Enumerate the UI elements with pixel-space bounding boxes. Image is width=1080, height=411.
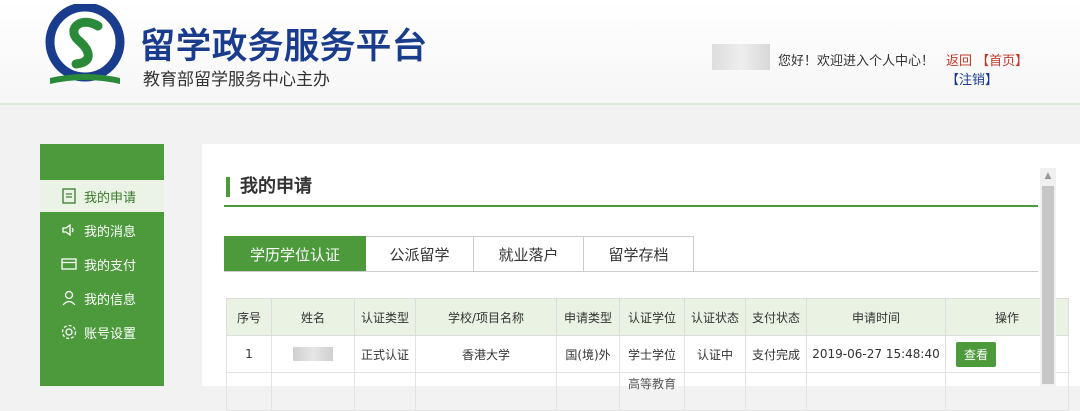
- certified-degree: 学士学位: [619, 335, 685, 373]
- tab-employment-settlement[interactable]: 就业落户: [474, 236, 584, 272]
- brand-subtitle: 教育部留学服务中心主办: [143, 70, 330, 90]
- column-header: 学校/项目名称: [415, 298, 557, 336]
- person-icon: [62, 290, 76, 306]
- sidebar-item-label: 我的消息: [84, 224, 137, 240]
- user-name-blurred: [712, 44, 770, 70]
- back-link[interactable]: 返回: [946, 54, 972, 69]
- tab-degree-certification[interactable]: 学历学位认证: [224, 236, 366, 272]
- sidebar-item-account-settings[interactable]: 账号设置: [40, 316, 164, 348]
- top-links: 返回 【首页】 【注销】: [946, 50, 1080, 88]
- apply-type: 国(境)外: [556, 335, 620, 373]
- column-header: 认证学位: [619, 298, 685, 336]
- logo-icon: [45, 4, 125, 84]
- gear-icon: [61, 324, 77, 340]
- header: 留学政务服务平台 教育部留学服务中心主办 您好！欢迎进入个人中心！ 返回 【首页…: [0, 0, 1080, 105]
- apply-time: [806, 372, 946, 411]
- home-link[interactable]: 【首页】: [976, 54, 1028, 69]
- tab-government-study-abroad[interactable]: 公派留学: [366, 236, 474, 272]
- applications-table: 序号 姓名 认证类型 学校/项目名称 申请类型 认证学位 认证状态 支付状态 申…: [226, 298, 1069, 411]
- school-name: 香港大学: [415, 335, 557, 373]
- tab-divider: [224, 271, 1038, 272]
- sidebar: 我的申请 我的消息 我的支付 我的信息 账号设置: [40, 144, 164, 386]
- column-header: 支付状态: [745, 298, 807, 336]
- column-header: 申请类型: [556, 298, 620, 336]
- view-button[interactable]: 查看: [956, 341, 997, 367]
- scroll-up-arrow-icon[interactable]: ▲: [1040, 168, 1056, 184]
- payment-status: 支付完成: [745, 335, 807, 373]
- card-icon: [61, 258, 77, 270]
- name-redaction: [293, 347, 333, 362]
- table-row: 高等教育: [226, 372, 1069, 411]
- applicant-name-blurred: [271, 335, 355, 373]
- column-header: 姓名: [271, 298, 355, 336]
- tab-bar: 学历学位认证 公派留学 就业落户 留学存档: [224, 236, 694, 272]
- sidebar-item-label: 我的申请: [84, 190, 137, 206]
- column-header: 申请时间: [806, 298, 946, 336]
- logout-link[interactable]: 【注销】: [946, 73, 998, 88]
- certification-status: [684, 372, 746, 411]
- apply-time: 2019-06-27 15:48:40: [806, 335, 946, 373]
- sidebar-item-label: 我的信息: [84, 292, 137, 308]
- title-divider: [224, 205, 1038, 207]
- scrollbar-thumb[interactable]: [1042, 186, 1054, 384]
- column-header: 认证类型: [354, 298, 416, 336]
- table-row: 1 正式认证 香港大学 国(境)外 学士学位 认证中 支付完成 2019-06-…: [226, 335, 1069, 373]
- apply-type: [556, 372, 620, 411]
- speaker-icon: [62, 223, 74, 237]
- certification-type: 正式认证: [354, 335, 416, 373]
- vertical-scrollbar[interactable]: ▲: [1040, 168, 1056, 386]
- greeting-text: 您好！欢迎进入个人中心！: [778, 54, 935, 69]
- row-index: 1: [226, 335, 272, 373]
- sidebar-item-label: 我的支付: [84, 258, 137, 274]
- brand-title: 留学政务服务平台: [140, 26, 429, 67]
- sidebar-item-my-applications[interactable]: 我的申请: [40, 180, 164, 212]
- sidebar-item-my-messages[interactable]: 我的消息: [40, 214, 164, 246]
- sidebar-item-label: 账号设置: [84, 326, 137, 342]
- column-header: 序号: [226, 298, 272, 336]
- payment-status: [745, 372, 807, 411]
- sidebar-item-my-info[interactable]: 我的信息: [40, 282, 164, 314]
- sidebar-item-my-payments[interactable]: 我的支付: [40, 248, 164, 280]
- school-name: [415, 372, 557, 411]
- column-header: 认证状态: [684, 298, 746, 336]
- applicant-name: [271, 372, 355, 411]
- certification-status: 认证中: [684, 335, 746, 373]
- certification-type: [354, 372, 416, 411]
- row-index: [226, 372, 272, 411]
- document-icon: [62, 188, 76, 204]
- tab-study-archive[interactable]: 留学存档: [584, 236, 694, 272]
- table-header-row: 序号 姓名 认证类型 学校/项目名称 申请类型 认证学位 认证状态 支付状态 申…: [226, 298, 1069, 336]
- main-panel: 我的申请 学历学位认证 公派留学 就业落户 留学存档 序号 姓名 认证类型 学校…: [202, 144, 1080, 411]
- certified-degree: 高等教育: [619, 372, 685, 411]
- page-title: 我的申请: [226, 177, 312, 197]
